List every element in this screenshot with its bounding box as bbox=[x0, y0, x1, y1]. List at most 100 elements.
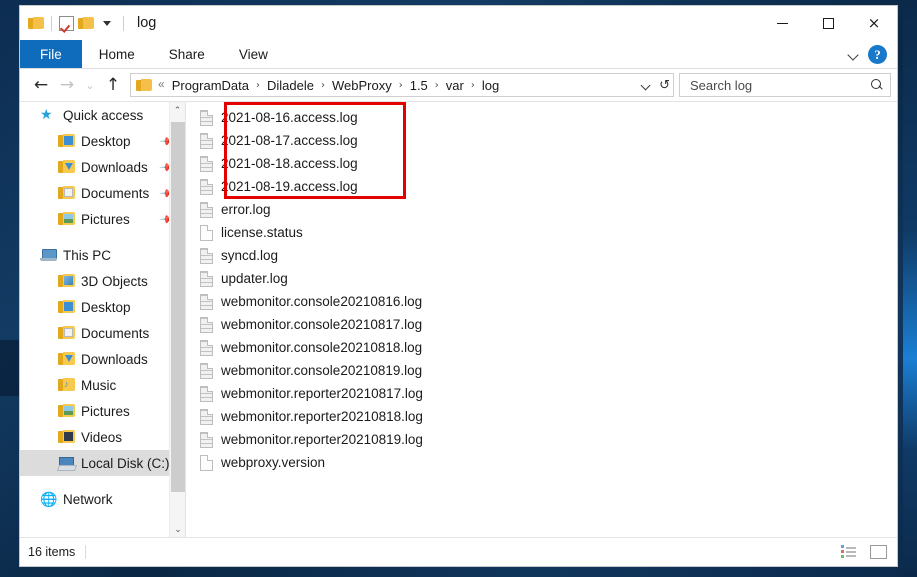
breadcrumb-item-programdata[interactable]: ProgramData bbox=[169, 76, 252, 95]
tab-file[interactable]: File bbox=[20, 40, 82, 68]
large-icons-view-icon[interactable] bbox=[867, 542, 889, 562]
tab-home[interactable]: Home bbox=[82, 40, 152, 68]
toolbar-divider bbox=[51, 15, 52, 31]
scrollbar-thumb[interactable] bbox=[171, 122, 185, 492]
this-pc-icon bbox=[40, 248, 57, 262]
sidebar-item-label: Pictures bbox=[81, 403, 130, 419]
maximize-button[interactable] bbox=[805, 6, 851, 40]
refresh-icon[interactable]: ↺ bbox=[659, 78, 670, 93]
help-icon[interactable]: ? bbox=[868, 45, 887, 64]
folder-documents-icon bbox=[58, 326, 75, 340]
sidebar-item-music[interactable]: ♪ Music bbox=[20, 372, 185, 398]
tab-share[interactable]: Share bbox=[152, 40, 222, 68]
sidebar-item-network[interactable]: 🌐 Network bbox=[20, 486, 185, 512]
chevron-right-icon[interactable]: › bbox=[399, 80, 403, 91]
search-icon[interactable] bbox=[871, 78, 884, 92]
chevron-right-icon[interactable]: › bbox=[471, 80, 475, 91]
status-right bbox=[837, 542, 889, 562]
file-name: webmonitor.reporter20210818.log bbox=[221, 409, 423, 424]
sidebar-item-documents[interactable]: Documents 📌 bbox=[20, 180, 185, 206]
log-file-icon bbox=[200, 178, 213, 195]
up-button[interactable]: ↑ bbox=[100, 72, 126, 98]
list-item[interactable]: 2021-08-16.access.log bbox=[186, 106, 897, 129]
breadcrumb[interactable]: « ProgramData › Diladele › WebProxy › 1.… bbox=[130, 73, 674, 97]
chevron-right-icon[interactable]: › bbox=[435, 80, 439, 91]
list-item[interactable]: 2021-08-18.access.log bbox=[186, 152, 897, 175]
minimize-button[interactable] bbox=[759, 6, 805, 40]
sidebar-item-pictures-pc[interactable]: Pictures bbox=[20, 398, 185, 424]
search-box[interactable] bbox=[679, 73, 891, 97]
breadcrumb-item-version[interactable]: 1.5 bbox=[407, 76, 431, 95]
log-file-icon bbox=[200, 362, 213, 379]
scroll-down-icon[interactable]: ⌄ bbox=[170, 521, 185, 537]
file-name: webmonitor.console20210818.log bbox=[221, 340, 423, 355]
list-item[interactable]: 2021-08-19.access.log bbox=[186, 175, 897, 198]
navigation-pane-scrollbar[interactable]: ⌃ ⌄ bbox=[169, 102, 185, 537]
list-item[interactable]: error.log bbox=[186, 198, 897, 221]
sidebar-item-label: Network bbox=[63, 491, 113, 507]
sidebar-item-label: Documents bbox=[81, 185, 150, 201]
close-button[interactable]: × bbox=[851, 6, 897, 40]
forward-button[interactable]: → bbox=[54, 72, 80, 98]
list-item[interactable]: webmonitor.console20210818.log bbox=[186, 336, 897, 359]
customize-toolbar-caret-icon[interactable] bbox=[103, 20, 111, 26]
breadcrumb-item-log[interactable]: log bbox=[479, 76, 502, 95]
file-name: syncd.log bbox=[221, 248, 279, 263]
details-view-icon[interactable] bbox=[837, 542, 859, 562]
blank-file-icon bbox=[200, 224, 213, 241]
back-button[interactable]: ← bbox=[28, 72, 54, 98]
sidebar-item-videos[interactable]: Videos bbox=[20, 424, 185, 450]
list-item[interactable]: webmonitor.console20210819.log bbox=[186, 359, 897, 382]
new-folder-icon[interactable] bbox=[78, 16, 94, 30]
breadcrumb-item-var[interactable]: var bbox=[443, 76, 467, 95]
blank-file-icon bbox=[200, 454, 213, 471]
recent-locations-button[interactable]: ⌄ bbox=[80, 72, 100, 98]
file-name: webmonitor.console20210816.log bbox=[221, 294, 423, 309]
list-item[interactable]: webmonitor.console20210817.log bbox=[186, 313, 897, 336]
folder-downloads-icon bbox=[58, 160, 75, 174]
list-item[interactable]: webmonitor.console20210816.log bbox=[186, 290, 897, 313]
tab-view[interactable]: View bbox=[222, 40, 285, 68]
sidebar-item-desktop-pc[interactable]: Desktop bbox=[20, 294, 185, 320]
list-item[interactable]: license.status bbox=[186, 221, 897, 244]
status-divider bbox=[85, 544, 87, 559]
explorer-body: ★ Quick access Desktop 📌 Downloads 📌 bbox=[20, 101, 897, 537]
folder-music-icon: ♪ bbox=[58, 378, 75, 392]
log-file-icon bbox=[200, 339, 213, 356]
properties-check-icon[interactable] bbox=[59, 15, 74, 31]
chevron-right-icon[interactable]: › bbox=[321, 80, 325, 91]
minimize-icon bbox=[776, 22, 788, 24]
list-item[interactable]: webmonitor.reporter20210817.log bbox=[186, 382, 897, 405]
breadcrumb-item-diladele[interactable]: Diladele bbox=[264, 76, 317, 95]
close-icon: × bbox=[867, 13, 881, 32]
scroll-up-icon[interactable]: ⌃ bbox=[170, 102, 185, 119]
list-item[interactable]: updater.log bbox=[186, 267, 897, 290]
list-item[interactable]: webproxy.version bbox=[186, 451, 897, 474]
sidebar-item-label: Quick access bbox=[63, 107, 144, 123]
chevron-down-icon[interactable] bbox=[847, 48, 860, 61]
sidebar-item-this-pc[interactable]: This PC bbox=[20, 242, 185, 268]
breadcrumb-overflow-icon[interactable]: « bbox=[158, 77, 165, 91]
breadcrumb-item-webproxy[interactable]: WebProxy bbox=[329, 76, 395, 95]
list-item[interactable]: webmonitor.reporter20210818.log bbox=[186, 405, 897, 428]
list-item[interactable]: webmonitor.reporter20210819.log bbox=[186, 428, 897, 451]
chevron-down-icon[interactable] bbox=[641, 80, 652, 91]
sidebar-item-pictures[interactable]: Pictures 📌 bbox=[20, 206, 185, 232]
desktop-backdrop-edge bbox=[903, 0, 917, 577]
sidebar-item-3d-objects[interactable]: 3D Objects bbox=[20, 268, 185, 294]
file-name: 2021-08-19.access.log bbox=[221, 179, 358, 194]
sidebar-item-local-disk-c[interactable]: Local Disk (C:) bbox=[20, 450, 185, 476]
breadcrumb-right-controls: ↺ bbox=[641, 74, 670, 96]
search-input[interactable] bbox=[688, 76, 863, 94]
list-item[interactable]: 2021-08-17.access.log bbox=[186, 129, 897, 152]
list-item[interactable]: syncd.log bbox=[186, 244, 897, 267]
folder-icon[interactable] bbox=[28, 16, 44, 30]
folder-downloads-icon bbox=[58, 352, 75, 366]
file-list: 2021-08-16.access.log 2021-08-17.access.… bbox=[186, 102, 897, 537]
sidebar-item-downloads[interactable]: Downloads 📌 bbox=[20, 154, 185, 180]
sidebar-item-quick-access[interactable]: ★ Quick access bbox=[20, 102, 185, 128]
sidebar-item-desktop[interactable]: Desktop 📌 bbox=[20, 128, 185, 154]
sidebar-item-documents-pc[interactable]: Documents bbox=[20, 320, 185, 346]
chevron-right-icon[interactable]: › bbox=[256, 80, 260, 91]
sidebar-item-downloads-pc[interactable]: Downloads bbox=[20, 346, 185, 372]
